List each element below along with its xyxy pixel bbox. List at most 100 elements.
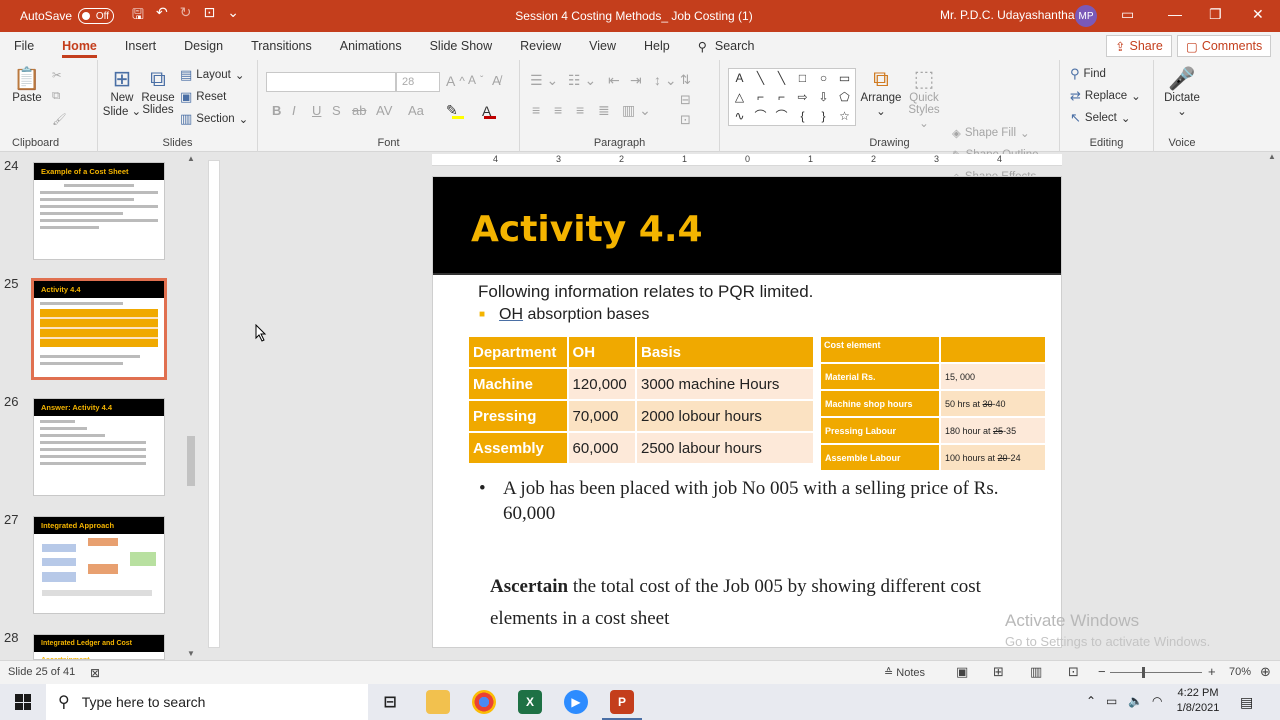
brace-left-shape-icon[interactable]: { bbox=[792, 107, 813, 126]
italic-button[interactable]: I bbox=[292, 103, 296, 118]
undo-icon[interactable]: ↶ bbox=[156, 4, 168, 28]
decrease-indent-icon[interactable]: ⇤ bbox=[608, 72, 620, 89]
reset-button[interactable]: ▣ Reset bbox=[180, 89, 226, 105]
arrange-button[interactable]: ⧉ Arrange ⌄ bbox=[860, 66, 902, 118]
network-icon[interactable]: ▭ bbox=[1106, 694, 1117, 708]
replace-button[interactable]: ⇄ Replace ⌄ bbox=[1070, 88, 1141, 104]
autosave[interactable]: AutoSave Off bbox=[20, 8, 115, 24]
share-button[interactable]: ⇪ Share bbox=[1106, 35, 1172, 57]
paste-button[interactable]: 📋 Paste bbox=[8, 66, 46, 104]
ribbon-display-options-icon[interactable]: ▭ bbox=[1121, 6, 1134, 23]
scroll-up-icon[interactable]: ▲ bbox=[187, 154, 195, 163]
numbering-icon[interactable]: ☷ ⌄ bbox=[568, 72, 596, 89]
text-direction-icon[interactable]: ⇅ bbox=[680, 72, 691, 88]
scrollbar-thumb[interactable] bbox=[187, 436, 195, 486]
zoom-slider-knob[interactable] bbox=[1142, 667, 1145, 678]
increase-indent-icon[interactable]: ⇥ bbox=[630, 72, 642, 89]
justify-icon[interactable]: ≣ bbox=[598, 102, 610, 119]
present-icon[interactable]: ⊡ bbox=[203, 4, 215, 28]
start-button[interactable] bbox=[0, 684, 46, 720]
notes-button[interactable]: ≙ Notes bbox=[884, 666, 925, 679]
tab-view[interactable]: View bbox=[575, 32, 630, 60]
new-slide-button[interactable]: ⊞ New Slide ⌄ bbox=[102, 66, 142, 118]
font-name-box[interactable] bbox=[266, 72, 396, 92]
tab-slide-show[interactable]: Slide Show bbox=[416, 32, 507, 60]
find-button[interactable]: ⚲ Find bbox=[1070, 66, 1106, 82]
connector-shape-icon[interactable]: ⌐ bbox=[750, 88, 771, 107]
file-explorer-icon[interactable] bbox=[426, 690, 450, 714]
avatar[interactable]: MP bbox=[1075, 5, 1097, 27]
triangle-shape-icon[interactable]: △ bbox=[729, 88, 750, 107]
arc-shape-icon[interactable]: ⌒ bbox=[750, 107, 771, 126]
slide-canvas[interactable]: Activity 4.4 Following information relat… bbox=[432, 176, 1062, 648]
star-shape-icon[interactable]: ☆ bbox=[834, 107, 855, 126]
tab-insert[interactable]: Insert bbox=[111, 32, 170, 60]
cut-icon[interactable]: ✂ bbox=[52, 68, 62, 82]
close-icon[interactable]: ✕ bbox=[1252, 6, 1264, 23]
elbow-shape-icon[interactable]: ⌐ bbox=[771, 88, 792, 107]
save-icon[interactable]: 🖫 bbox=[132, 4, 144, 28]
reuse-slides-button[interactable]: ⧉ Reuse Slides bbox=[138, 66, 178, 116]
slide-sorter-icon[interactable]: ⊞ bbox=[993, 664, 1004, 680]
powerpoint-icon[interactable]: P bbox=[602, 690, 642, 720]
redo-icon[interactable]: ↻ bbox=[180, 4, 192, 28]
taskbar-clock[interactable]: 4:22 PM 1/8/2021 bbox=[1172, 686, 1224, 716]
slide-thumbnail-26[interactable]: Answer: Activity 4.4 bbox=[33, 398, 165, 496]
change-case-icon[interactable]: Aa bbox=[408, 103, 424, 118]
oh-absorption-table[interactable]: Department OH Basis Machine 120,000 3000… bbox=[467, 335, 815, 465]
zoom-slider[interactable] bbox=[1110, 667, 1202, 678]
oval-shape-icon[interactable]: ○ bbox=[813, 69, 834, 88]
slides-panel-scrollbar[interactable]: ▲ ▼ bbox=[185, 154, 197, 658]
shadow-button[interactable]: S bbox=[332, 103, 341, 118]
normal-view-icon[interactable]: ▣ bbox=[956, 664, 968, 680]
slide-thumbnail-24[interactable]: Example of a Cost Sheet bbox=[33, 162, 165, 260]
volume-icon[interactable]: 🔈 bbox=[1128, 694, 1143, 708]
excel-icon[interactable]: X bbox=[518, 690, 542, 714]
section-button[interactable]: ▥ Section ⌄ bbox=[180, 111, 248, 127]
slide-intro-text[interactable]: Following information relates to PQR lim… bbox=[478, 282, 813, 302]
copy-icon[interactable]: ⧉ bbox=[52, 90, 60, 103]
textbox-shape-icon[interactable]: A bbox=[729, 69, 750, 88]
oh-bullet[interactable]: ■ OH absorption bases bbox=[479, 306, 649, 324]
slide-thumbnail-25[interactable]: Activity 4.4 bbox=[31, 278, 167, 380]
minimize-icon[interactable]: — bbox=[1168, 6, 1182, 22]
user-name[interactable]: Mr. P.D.C. Udayashantha bbox=[940, 8, 1075, 22]
tab-design[interactable]: Design bbox=[170, 32, 237, 60]
underline-button[interactable]: U bbox=[312, 103, 321, 118]
tab-help[interactable]: Help bbox=[630, 32, 684, 60]
wifi-icon[interactable]: ◠ bbox=[1152, 694, 1162, 708]
scroll-down-icon[interactable]: ▼ bbox=[187, 649, 195, 658]
line-shape-icon[interactable]: ╲ bbox=[750, 69, 771, 88]
cost-element-table[interactable]: Cost element Material Rs. 15, 000 Machin… bbox=[819, 335, 1047, 472]
maximize-icon[interactable]: ❐ bbox=[1209, 6, 1222, 23]
tab-home[interactable]: Home bbox=[48, 32, 111, 60]
zoom-out-icon[interactable]: − bbox=[1098, 664, 1106, 679]
character-spacing-icon[interactable]: AV bbox=[376, 103, 392, 118]
task-view-icon[interactable]: ⊟ bbox=[378, 690, 402, 714]
editor-scrollbar[interactable]: ▲ bbox=[1264, 152, 1280, 660]
tab-transitions[interactable]: Transitions bbox=[237, 32, 326, 60]
comments-button[interactable]: ▢ Comments bbox=[1177, 35, 1272, 57]
customize-qat-icon[interactable]: ⌄ bbox=[227, 4, 239, 28]
job-bullet[interactable]: • A job has been placed with job No 005 … bbox=[479, 476, 1039, 526]
slide-thumbnail-28[interactable]: Integrated Ledger and Cost Ascertainment bbox=[33, 634, 165, 660]
shapes-gallery[interactable]: A ╲ ╲ □ ○ ▭ △ ⌐ ⌐ ⇨ ⇩ ⬠ ∿ ⌒ ⌒{} ☆ bbox=[728, 68, 856, 126]
zoom-app-icon[interactable]: ▶ bbox=[564, 690, 588, 714]
scroll-up-icon[interactable]: ▲ bbox=[1268, 152, 1276, 161]
slideshow-view-icon[interactable]: ⊡ bbox=[1068, 664, 1079, 680]
arrow-right-shape-icon[interactable]: ⇨ bbox=[792, 88, 813, 107]
layout-button[interactable]: ▤ Layout ⌄ bbox=[180, 67, 244, 83]
rounded-rect-shape-icon[interactable]: ▭ bbox=[834, 69, 855, 88]
rectangle-shape-icon[interactable]: □ bbox=[792, 69, 813, 88]
autosave-toggle[interactable]: Off bbox=[78, 8, 115, 24]
font-size-box[interactable]: 28 bbox=[396, 72, 440, 92]
clear-formatting-icon[interactable]: A̸ bbox=[492, 73, 501, 88]
columns-icon[interactable]: ▥ ⌄ bbox=[622, 102, 651, 119]
tab-file[interactable]: File bbox=[0, 32, 48, 60]
tab-animations[interactable]: Animations bbox=[326, 32, 416, 60]
zoom-level[interactable]: 70% bbox=[1229, 666, 1251, 678]
line-spacing-icon[interactable]: ↕ ⌄ bbox=[654, 72, 677, 89]
freeform-shape-icon[interactable]: ⬠ bbox=[834, 88, 855, 107]
dictate-button[interactable]: 🎤 Dictate ⌄ bbox=[1158, 66, 1206, 118]
accessibility-icon[interactable]: ⊠ bbox=[90, 666, 100, 680]
